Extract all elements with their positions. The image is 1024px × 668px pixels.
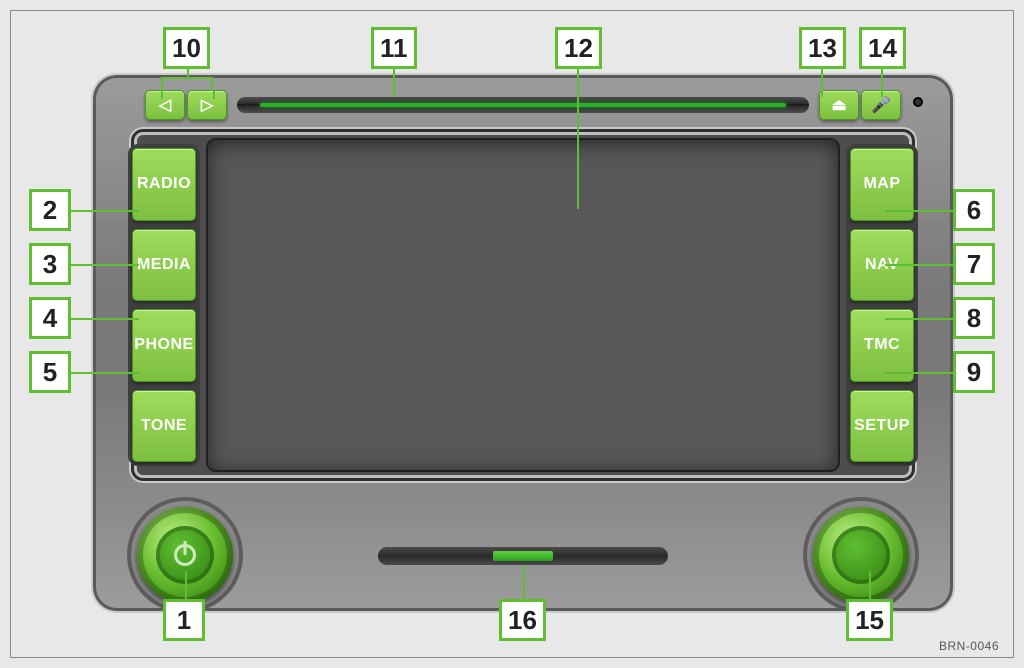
- lead-10a: [187, 69, 189, 77]
- next-button[interactable]: ▷: [187, 90, 227, 120]
- callout-8: 8: [953, 297, 995, 339]
- prev-button[interactable]: ◁: [145, 90, 185, 120]
- callout-15: 15: [846, 599, 893, 641]
- map-label: MAP: [863, 175, 900, 193]
- tone-button[interactable]: TONE: [132, 390, 196, 463]
- lead-8: [885, 318, 953, 320]
- lead-9: [885, 372, 953, 374]
- lead-5: [71, 372, 139, 374]
- callout-9: 9: [953, 351, 995, 393]
- triangle-right-icon: ▷: [201, 95, 213, 115]
- eject-button[interactable]: ⏏: [819, 90, 859, 120]
- radio-label: RADIO: [137, 175, 191, 193]
- lead-2: [71, 210, 139, 212]
- lead-4: [71, 318, 139, 320]
- bracket-10: [161, 77, 213, 91]
- lead-10b: [161, 91, 163, 99]
- card-slot-indicator: [493, 551, 553, 561]
- lead-7: [885, 264, 953, 266]
- callout-1: 1: [163, 599, 205, 641]
- callout-14: 14: [859, 27, 906, 69]
- lead-3: [71, 264, 139, 266]
- infotainment-unit: ◁ ▷ ⏏ 🎤 RADIO MEDIA PHONE TONE MA: [91, 73, 955, 613]
- mic-icon: 🎤: [871, 95, 891, 115]
- lead-16: [523, 565, 525, 599]
- image-code: BRN-0046: [939, 639, 999, 653]
- eject-icon: ⏏: [831, 95, 846, 115]
- power-icon: [174, 544, 196, 566]
- bezel: RADIO MEDIA PHONE TONE MAP NAV TMC SETUP: [131, 129, 915, 481]
- phone-label: PHONE: [134, 336, 193, 354]
- tmc-label: TMC: [864, 336, 900, 354]
- callout-5: 5: [29, 351, 71, 393]
- callout-10: 10: [163, 27, 210, 69]
- lead-15: [869, 571, 871, 599]
- callout-16: 16: [499, 599, 546, 641]
- diagram-frame: ◁ ▷ ⏏ 🎤 RADIO MEDIA PHONE TONE MA: [10, 10, 1014, 658]
- tone-label: TONE: [141, 417, 187, 435]
- lead-14: [881, 69, 883, 97]
- touchscreen[interactable]: [206, 138, 840, 472]
- top-strip: ◁ ▷ ⏏ 🎤: [145, 85, 901, 125]
- lead-11: [393, 69, 395, 97]
- lead-6: [885, 210, 953, 212]
- lead-12: [577, 69, 579, 209]
- callout-2: 2: [29, 189, 71, 231]
- media-label: MEDIA: [137, 256, 191, 274]
- cd-slot[interactable]: [237, 97, 809, 113]
- card-slot[interactable]: [378, 547, 668, 565]
- callout-6: 6: [953, 189, 995, 231]
- lead-13: [821, 69, 823, 97]
- media-button[interactable]: MEDIA: [132, 229, 196, 302]
- right-button-column: MAP NAV TMC SETUP: [846, 144, 918, 466]
- callout-13: 13: [799, 27, 846, 69]
- rotary-knob-center[interactable]: [832, 526, 890, 584]
- setup-button[interactable]: SETUP: [850, 390, 914, 463]
- callout-7: 7: [953, 243, 995, 285]
- phone-button[interactable]: PHONE: [132, 309, 196, 382]
- callout-3: 3: [29, 243, 71, 285]
- rotary-knob[interactable]: [813, 507, 909, 603]
- radio-button[interactable]: RADIO: [132, 148, 196, 221]
- callout-12: 12: [555, 27, 602, 69]
- left-button-column: RADIO MEDIA PHONE TONE: [128, 144, 200, 466]
- callout-4: 4: [29, 297, 71, 339]
- setup-label: SETUP: [854, 417, 910, 435]
- lead-1: [185, 571, 187, 599]
- lead-10c: [213, 91, 215, 99]
- callout-11: 11: [371, 27, 417, 69]
- status-led: [913, 97, 923, 107]
